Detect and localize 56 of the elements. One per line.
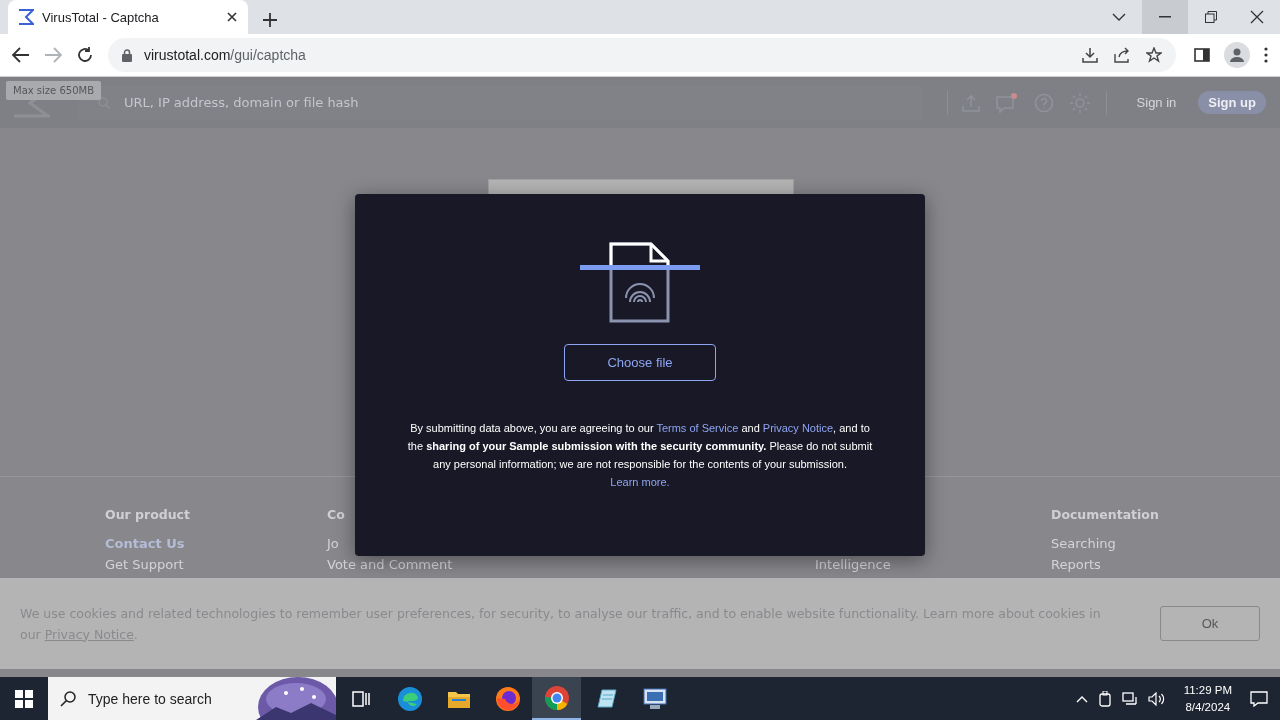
- chevron-up-icon[interactable]: [1075, 694, 1088, 703]
- windows-icon: [15, 689, 33, 708]
- footer-link[interactable]: Jo: [327, 536, 339, 551]
- clock[interactable]: 11:29 PM 8/4/2024: [1175, 681, 1240, 716]
- browser-tab[interactable]: VirusTotal - Captcha: [8, 0, 248, 34]
- person-icon: [1230, 48, 1244, 62]
- footer-link[interactable]: Intelligence: [815, 557, 891, 572]
- footer-link[interactable]: Contact Us: [105, 536, 185, 551]
- choose-file-button[interactable]: Choose file: [564, 344, 716, 381]
- notice-link[interactable]: Privacy Notice: [762, 422, 834, 434]
- new-tab-icon[interactable]: [262, 12, 278, 28]
- edge-icon[interactable]: [396, 685, 423, 712]
- volume-icon[interactable]: [1147, 691, 1166, 706]
- terms-notice: By submitting data above, you are agreeing to our Terms of Service and Privacy Notice, and to the sharing of your Sample submission with the security community. Please do not submit any personal information; we are not responsible for the contents of your submission. Learn more.: [406, 421, 874, 490]
- sigma-logo-icon: [18, 9, 34, 25]
- computer-icon[interactable]: [641, 686, 668, 711]
- reload-icon[interactable]: [76, 46, 94, 64]
- close-icon[interactable]: [226, 11, 238, 23]
- footer-link[interactable]: Searching: [1051, 536, 1116, 551]
- chrome-icon[interactable]: [543, 684, 570, 711]
- chevron-down-icon: [1112, 12, 1126, 22]
- taskbar-app[interactable]: [532, 677, 581, 720]
- ok-button[interactable]: Ok: [1160, 606, 1260, 641]
- firefox-icon[interactable]: [494, 685, 521, 712]
- profile-button[interactable]: [1224, 42, 1250, 68]
- download-icon[interactable]: [1082, 47, 1098, 63]
- footer-heading: Our product: [105, 507, 190, 522]
- footer-link[interactable]: Reports: [1051, 557, 1101, 572]
- footer-heading: Documentation: [1051, 507, 1159, 522]
- back-icon[interactable]: [12, 47, 30, 63]
- address-bar[interactable]: virustotal.com/gui/captcha: [108, 38, 1176, 72]
- lock-icon: [122, 48, 132, 62]
- side-panel-icon[interactable]: [1194, 48, 1210, 62]
- search-icon: [60, 690, 76, 707]
- task-view-icon[interactable]: [350, 689, 371, 708]
- footer-link[interactable]: Vote and Comment: [327, 557, 453, 572]
- url-text: virustotal.com/gui/captcha: [144, 47, 306, 63]
- tooltip: Max size 650MB: [6, 81, 101, 100]
- footer-heading: Co: [327, 507, 345, 522]
- close-icon: [1250, 10, 1264, 24]
- file-fingerprint-icon: [580, 242, 700, 324]
- notification-icon[interactable]: [1250, 690, 1268, 707]
- footer-link[interactable]: Get Support: [105, 557, 184, 572]
- share-icon[interactable]: [1114, 47, 1130, 63]
- restore-icon: [1205, 11, 1217, 23]
- sign-in-link[interactable]: Sign in: [1130, 94, 1183, 111]
- sign-up-button[interactable]: Sign up: [1198, 91, 1266, 114]
- usb-icon[interactable]: [1097, 690, 1112, 707]
- star-icon[interactable]: [1146, 47, 1162, 63]
- search-icon: [98, 96, 110, 109]
- menu-icon[interactable]: [1264, 47, 1268, 63]
- network-icon[interactable]: [1121, 691, 1138, 706]
- notice-link[interactable]: Terms of Service: [656, 422, 739, 434]
- notice-link[interactable]: Learn more.: [610, 476, 670, 488]
- minimize-icon: [1159, 16, 1171, 18]
- taskbar-search-field[interactable]: Type here to search: [48, 677, 336, 720]
